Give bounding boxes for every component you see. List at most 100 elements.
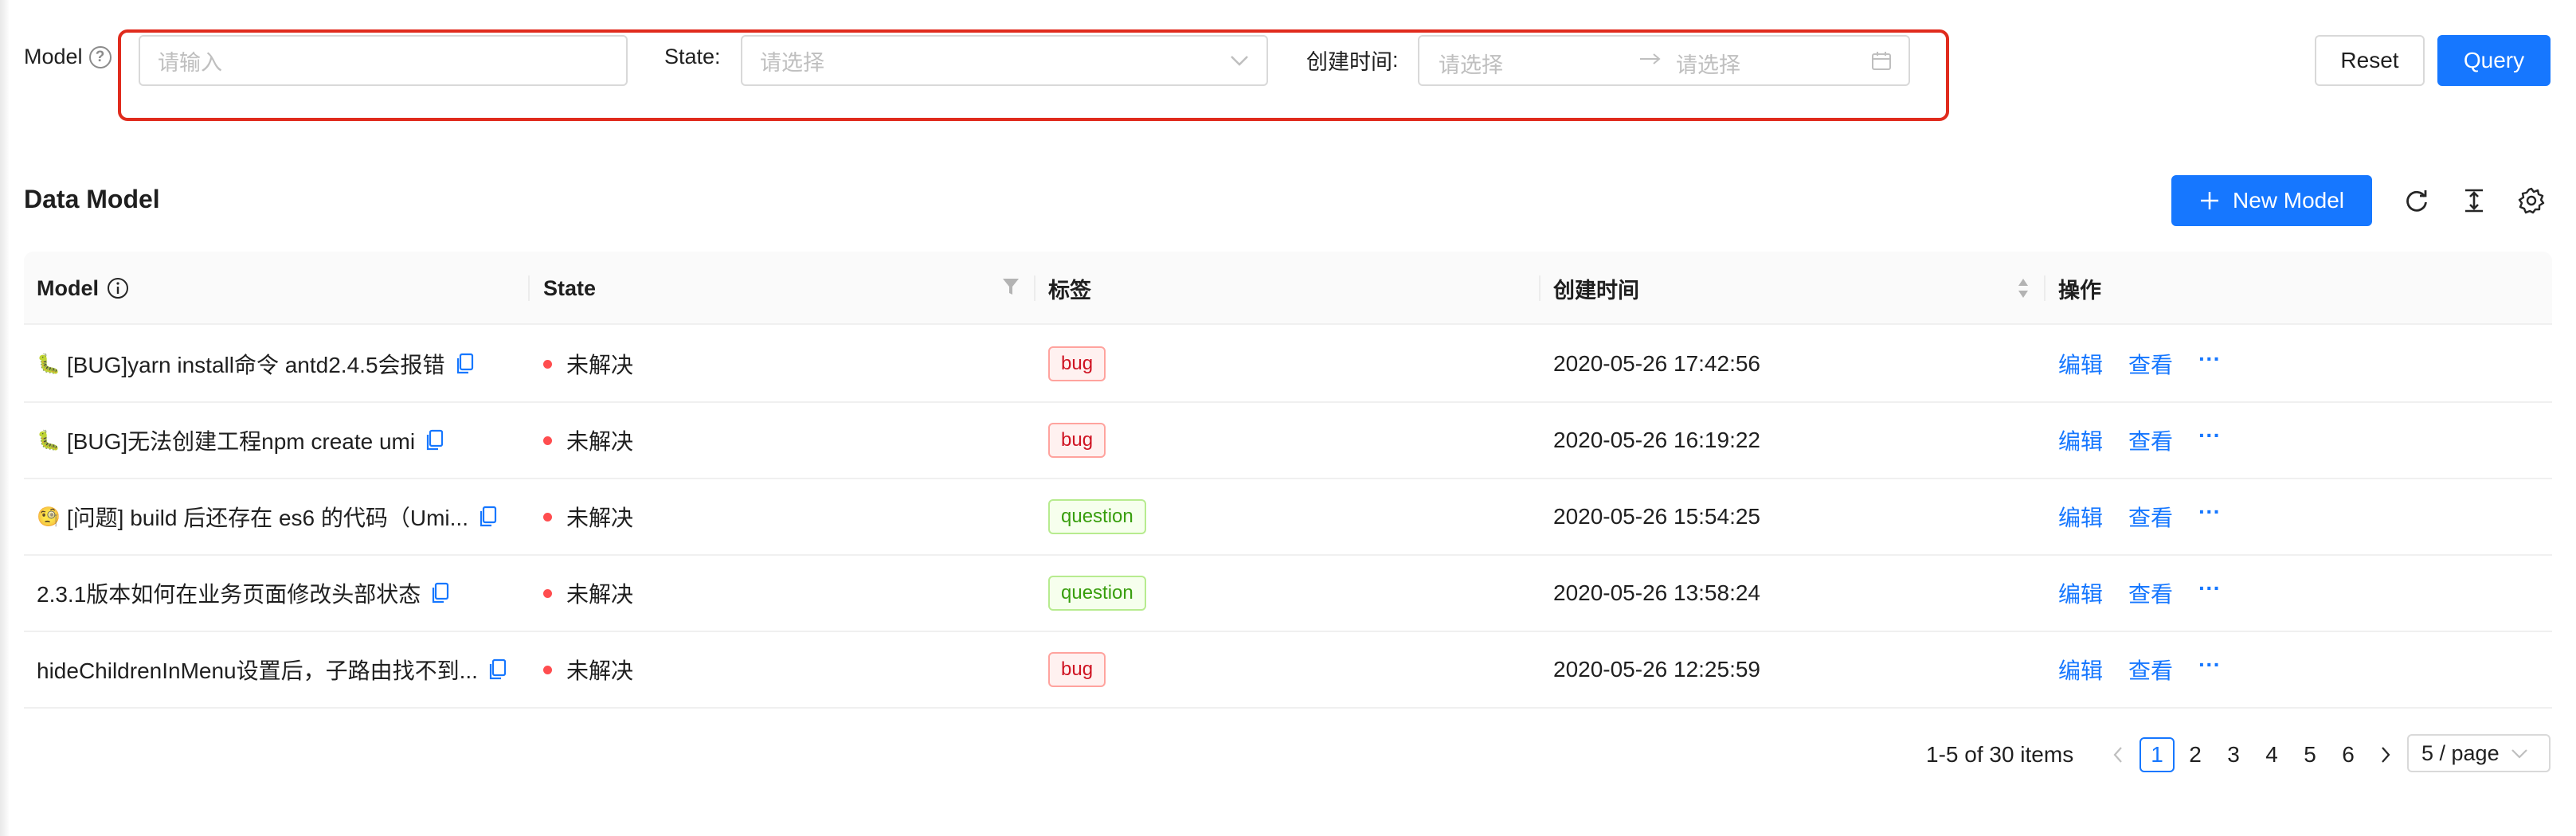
copy-icon[interactable] [487,658,508,682]
more-ellipsis-icon[interactable]: ··· [2198,423,2221,448]
pagination-page-3[interactable]: 3 [2216,737,2251,772]
tag-cell: bug [1048,326,1106,401]
model-filter-label: Model ? [24,45,112,69]
status-dot [543,665,552,674]
table-row: 🧐 [问题] build 后还存在 es6 的代码（Umi... 未解决 questi… [24,479,2552,556]
tag-badge: question [1048,499,1146,534]
pagination-page-6[interactable]: 6 [2331,737,2366,772]
tag-cell: question [1048,556,1146,631]
actions-cell: 编辑 查看 ··· [2058,326,2221,401]
emoji: 🐛 [37,353,61,375]
copy-icon[interactable] [430,581,451,605]
table-title: Data Model [24,185,160,213]
state-text: 未解决 [566,506,634,530]
state-cell: 未解决 [543,479,633,554]
model-search-input[interactable]: 请输入 [139,35,628,86]
pagination-page-2[interactable]: 2 [2178,737,2213,772]
edit-link[interactable]: 编辑 [2058,424,2103,456]
table-row: 2.3.1版本如何在业务页面修改头部状态 未解决 question 2020-05-2… [24,556,2552,632]
created-cell: 2020-05-26 15:54:25 [1553,504,1760,529]
arrow-right-icon [1638,46,1663,77]
column-header-created[interactable]: 创建时间 [1553,252,1639,325]
model-cell: 2.3.1版本如何在业务页面修改头部状态 [37,556,451,631]
status-dot [543,588,552,598]
state-select[interactable]: 请选择 [741,35,1268,86]
column-divider [2044,275,2046,301]
edit-link[interactable]: 编辑 [2058,577,2103,609]
column-height-icon[interactable] [2458,185,2490,217]
model-cell: 🐛 [BUG]yarn install命令 antd2.4.5会报错 [37,326,476,401]
view-link[interactable]: 查看 [2128,654,2173,686]
state-text: 未解决 [566,353,634,377]
state-text: 未解决 [566,658,634,683]
page-size-select[interactable]: 5 / page [2407,734,2551,772]
created-cell: 2020-05-26 16:19:22 [1553,428,1760,452]
window-edge [0,0,10,836]
view-link[interactable]: 查看 [2128,348,2173,380]
setting-icon[interactable] [2515,185,2547,217]
more-ellipsis-icon[interactable]: ··· [2198,652,2221,678]
column-divider [528,275,530,301]
reload-icon[interactable] [2401,185,2433,217]
question-circle-icon[interactable]: ? [88,45,112,68]
created-range-picker[interactable]: 请选择 请选择 [1418,35,1910,86]
more-ellipsis-icon[interactable]: ··· [2198,499,2221,525]
model-name: [问题] build 后还存在 es6 的代码（Umi... [66,506,468,530]
table-row: hideChildrenInMenu设置后，子路由找不到... 未解决 bug 202… [24,632,2552,709]
actions-cell: 编辑 查看 ··· [2058,632,2221,707]
more-ellipsis-icon[interactable]: ··· [2198,346,2221,372]
plus-icon [2200,192,2218,209]
model-name: hideChildrenInMenu设置后，子路由找不到... [37,658,478,683]
tag-badge: bug [1048,423,1106,458]
state-cell: 未解决 [543,326,633,401]
column-header-state: State [543,275,597,300]
state-text: 未解决 [566,582,634,607]
model-name: [BUG]yarn install命令 antd2.4.5会报错 [66,353,445,377]
table-header: Model State 标签 创建时间 操作 [24,252,2552,325]
edit-link[interactable]: 编辑 [2058,348,2103,380]
status-dot [543,436,552,445]
status-dot [543,359,552,369]
view-link[interactable]: 查看 [2128,577,2173,609]
model-name: [BUG]无法创建工程npm create umi [66,429,416,454]
range-end-input[interactable]: 请选择 [1676,48,1740,79]
actions-cell: 编辑 查看 ··· [2058,403,2221,478]
status-dot [543,512,552,522]
created-cell: 2020-05-26 17:42:56 [1553,351,1760,376]
created-cell: 2020-05-26 13:58:24 [1553,580,1760,605]
copy-icon[interactable] [455,352,476,376]
query-button[interactable]: Query [2437,35,2551,86]
sorter-icon[interactable] [2017,275,2030,305]
model-name: 2.3.1版本如何在业务页面修改头部状态 [37,582,421,607]
filter-icon[interactable] [1002,277,1020,300]
view-link[interactable]: 查看 [2128,424,2173,456]
tag-badge: question [1048,576,1146,611]
table-row: 🐛 [BUG]yarn install命令 antd2.4.5会报错 未解决 bug 2… [24,326,2552,403]
pagination-page-4[interactable]: 4 [2254,737,2289,772]
reset-button[interactable]: Reset [2315,35,2425,86]
info-circle-icon[interactable] [107,277,129,299]
model-cell: hideChildrenInMenu设置后，子路由找不到... [37,632,508,707]
new-model-button[interactable]: New Model [2171,175,2372,226]
copy-icon[interactable] [425,428,445,452]
chevron-down-icon [1230,54,1249,67]
table-row: 🐛 [BUG]无法创建工程npm create umi 未解决 bug 2020-05-… [24,403,2552,479]
state-cell: 未解决 [543,403,633,478]
pagination-next-icon[interactable] [2374,736,2398,774]
created-filter-label: 创建时间: [1306,48,1399,74]
state-text: 未解决 [566,429,634,454]
copy-icon[interactable] [478,505,499,529]
state-cell: 未解决 [543,556,633,631]
edit-link[interactable]: 编辑 [2058,501,2103,533]
model-cell: 🧐 [问题] build 后还存在 es6 的代码（Umi... [37,479,499,554]
pagination-prev-icon[interactable] [2106,736,2130,774]
pagination-page-5[interactable]: 5 [2292,737,2327,772]
range-start-input[interactable]: 请选择 [1439,48,1503,79]
state-cell: 未解决 [543,632,633,707]
emoji: 🧐 [37,506,61,528]
view-link[interactable]: 查看 [2128,501,2173,533]
more-ellipsis-icon[interactable]: ··· [2198,576,2221,601]
tag-cell: bug [1048,632,1106,707]
pagination-page-1[interactable]: 1 [2139,737,2175,772]
edit-link[interactable]: 编辑 [2058,654,2103,686]
